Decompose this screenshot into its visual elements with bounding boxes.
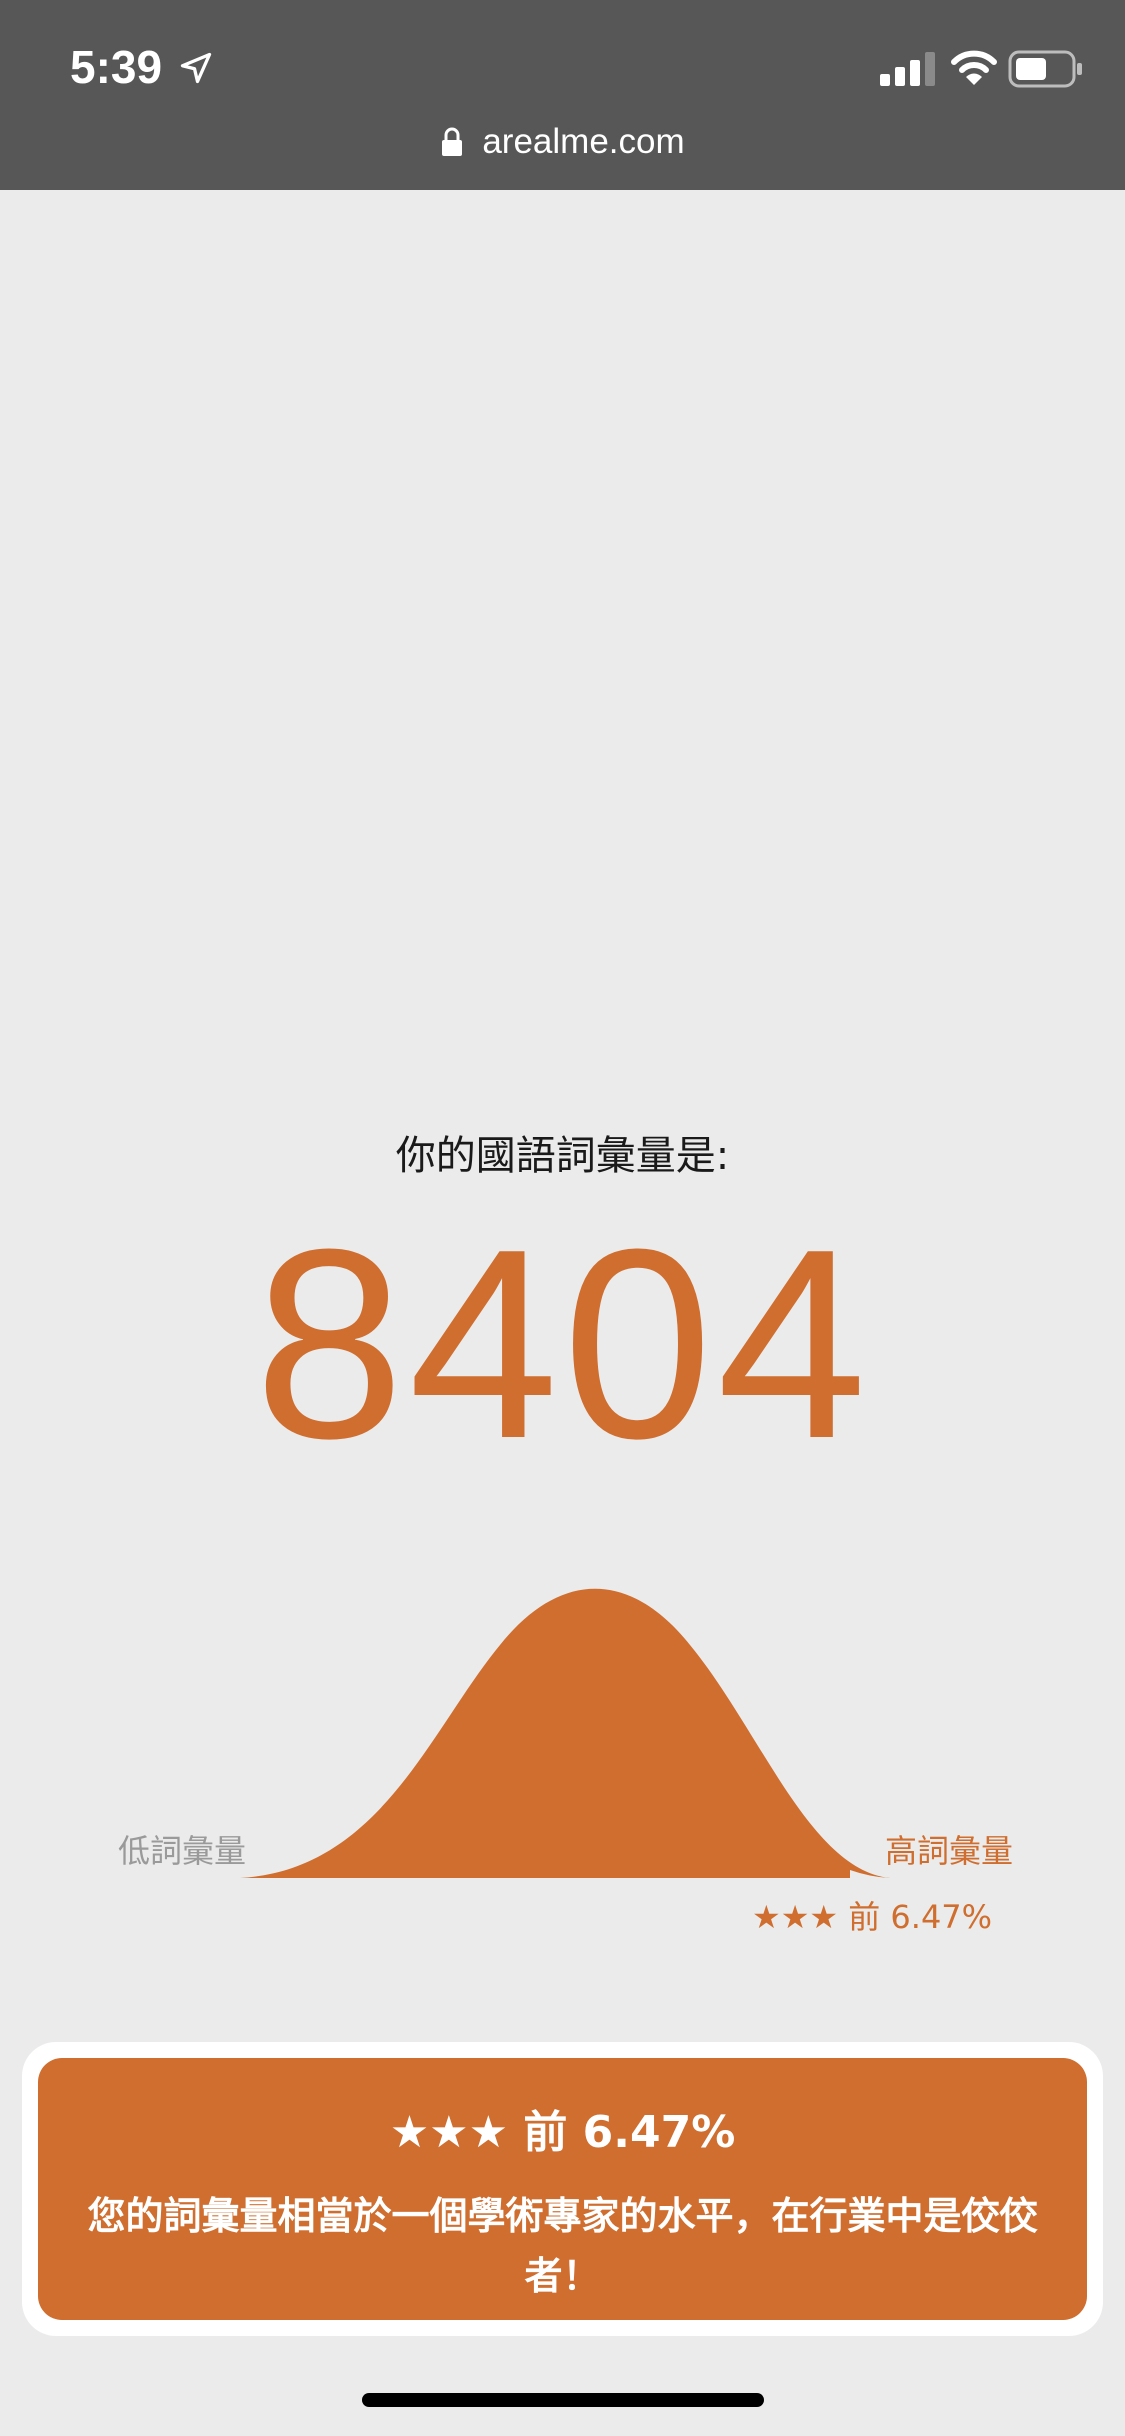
signal-icon [880, 52, 935, 86]
url-text: arealme.com [482, 122, 685, 161]
lock-icon [442, 127, 463, 156]
vocabulary-score: 8404 [254, 1194, 871, 1495]
card-description: 您的詞彙量相當於一個學術專家的水平，在行業中是佼佼者！ [87, 2194, 1038, 2298]
home-indicator[interactable] [362, 2393, 764, 2407]
battery-icon [1008, 50, 1082, 88]
rank-marker: ★★★ 前 6.47% [752, 1898, 993, 1936]
result-card: ★★★ 前 6.47% 您的詞彙量相當於一個學術專家的水平，在行業中是佼佼者！ [38, 2058, 1087, 2320]
low-vocabulary-label: 低詞彙量 [118, 1832, 247, 1870]
card-rank: ★★★ 前 6.47% [389, 2107, 736, 2158]
result-heading: 你的國語詞彙量是: [395, 1133, 730, 1179]
high-vocabulary-label: 高詞彙量 [885, 1832, 1014, 1870]
location-arrow-icon [180, 52, 212, 84]
status-bar: 5:39 arealme.com [0, 0, 1125, 190]
status-time: 5:39 [70, 41, 163, 93]
bell-curve-graphic [240, 1588, 890, 1878]
address-bar[interactable]: arealme.com [0, 116, 1125, 168]
wifi-icon [951, 50, 997, 85]
